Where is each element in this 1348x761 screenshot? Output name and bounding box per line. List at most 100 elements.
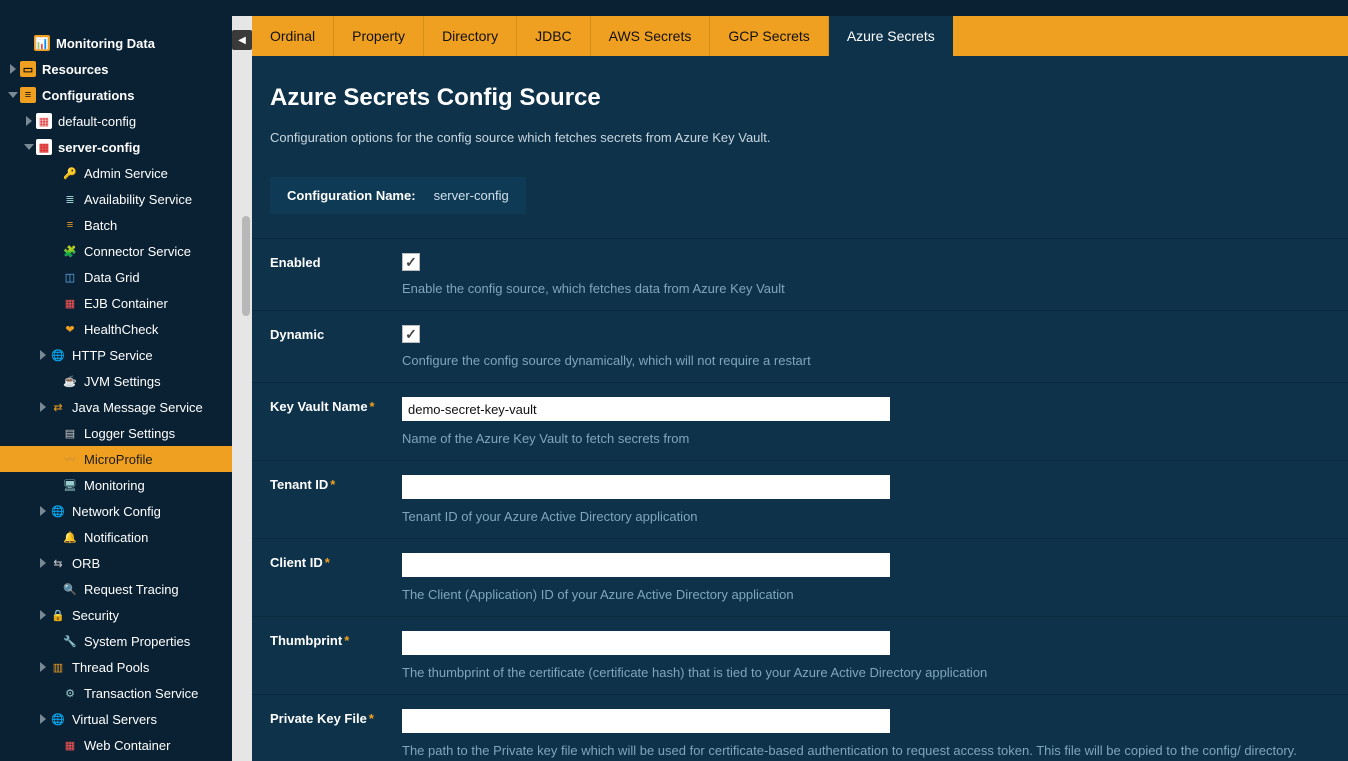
tree-item-label: default-config — [58, 114, 224, 129]
tree-item-label: MicroProfile — [84, 452, 224, 467]
chevron-down-icon[interactable] — [24, 142, 34, 152]
tree-item-label: Monitoring Data — [56, 36, 224, 51]
tree-item[interactable]: 〰 MicroProfile — [0, 446, 232, 472]
tab-bar: OrdinalPropertyDirectoryJDBCAWS SecretsG… — [252, 16, 1348, 56]
tree-item[interactable]: 🔔Notification — [0, 524, 232, 550]
tree-item-label: Virtual Servers — [72, 712, 224, 727]
configuration-name-label: Configuration Name: — [287, 188, 416, 203]
tree-item-label: Security — [72, 608, 224, 623]
page-title: Azure Secrets Config Source — [252, 78, 1348, 116]
tree-item-icon: ⚙ — [62, 685, 78, 701]
private-key-file-input[interactable] — [402, 709, 890, 733]
field-label: Private Key File* — [270, 709, 402, 758]
main-panel: OrdinalPropertyDirectoryJDBCAWS SecretsG… — [252, 16, 1348, 761]
tree-item[interactable]: 🌐Virtual Servers — [0, 706, 232, 732]
tree-item[interactable]: 🖥Monitoring — [0, 472, 232, 498]
tree-item[interactable]: ▦EJB Container — [0, 290, 232, 316]
tree-item[interactable]: ⚙Transaction Service — [0, 680, 232, 706]
tree-item[interactable]: 🔧System Properties — [0, 628, 232, 654]
tree-item-icon: 🔍 — [62, 581, 78, 597]
tree-item-icon: ⇆ — [50, 555, 66, 571]
thumbprint-input[interactable] — [402, 631, 890, 655]
chevron-right-icon[interactable] — [38, 610, 48, 620]
tree-item-label: Web Container — [84, 738, 224, 753]
tree-item-icon: ▥ — [50, 659, 66, 675]
tree-item-icon: ◫ — [62, 269, 78, 285]
tab[interactable]: Azure Secrets — [829, 16, 953, 56]
field-label: Thumbprint* — [270, 631, 402, 680]
tree-item[interactable]: ▤Logger Settings — [0, 420, 232, 446]
tenant-id-input[interactable] — [402, 475, 890, 499]
field-private-key-file: Private Key File* The path to the Privat… — [252, 694, 1348, 761]
tree-item[interactable]: ◫Data Grid — [0, 264, 232, 290]
tree-item-label: Batch — [84, 218, 224, 233]
tree-item-label: JVM Settings — [84, 374, 224, 389]
field-help: Configure the config source dynamically,… — [402, 353, 1348, 368]
tree-item[interactable]: ≡Configurations — [0, 82, 232, 108]
tree-item-icon: ▦ — [62, 737, 78, 753]
tree-item-label: server-config — [58, 140, 224, 155]
field-help: Name of the Azure Key Vault to fetch sec… — [402, 431, 1348, 446]
tree-item-label: Availability Service — [84, 192, 224, 207]
tree-item[interactable]: ⇄Java Message Service — [0, 394, 232, 420]
tree-item[interactable]: 🧩Connector Service — [0, 238, 232, 264]
key-vault-name-input[interactable] — [402, 397, 890, 421]
tab[interactable]: Directory — [424, 16, 517, 56]
tree-item[interactable]: ▦default-config — [0, 108, 232, 134]
sidebar-splitter[interactable]: ◀ — [232, 16, 252, 761]
tree-item-icon: 🔒 — [50, 607, 66, 623]
enabled-checkbox[interactable]: ✓ — [402, 253, 420, 271]
tree-item-label: HTTP Service — [72, 348, 224, 363]
chevron-right-icon[interactable] — [8, 64, 18, 74]
chevron-right-icon[interactable] — [38, 350, 48, 360]
chevron-right-icon[interactable] — [24, 116, 34, 126]
chevron-right-icon[interactable] — [38, 558, 48, 568]
tree-item-icon: 🔔 — [62, 529, 78, 545]
field-label: Key Vault Name* — [270, 397, 402, 446]
tree-item[interactable]: ▦server-config — [0, 134, 232, 160]
tree-item[interactable]: ☕ JVM Settings — [0, 368, 232, 394]
scrollbar-thumb[interactable] — [242, 216, 250, 316]
field-help: The path to the Private key file which w… — [402, 743, 1348, 758]
field-help: Tenant ID of your Azure Active Directory… — [402, 509, 1348, 524]
chevron-right-icon[interactable] — [38, 402, 48, 412]
tree-item-icon: 🌐 — [50, 503, 66, 519]
chevron-right-icon[interactable] — [38, 506, 48, 516]
tab[interactable]: GCP Secrets — [710, 16, 828, 56]
tree-item-label: System Properties — [84, 634, 224, 649]
collapse-sidebar-button[interactable]: ◀ — [232, 30, 252, 50]
tree-item-label: Thread Pools — [72, 660, 224, 675]
tree-item[interactable]: ▦ Web Container — [0, 732, 232, 758]
tree-item[interactable]: 🔒 Security — [0, 602, 232, 628]
tree-item[interactable]: 🔍Request Tracing — [0, 576, 232, 602]
tree-item-icon: 🧩 — [62, 243, 78, 259]
tree-item[interactable]: 🔑Admin Service — [0, 160, 232, 186]
tree-item-icon: 〰 — [62, 451, 78, 467]
dynamic-checkbox[interactable]: ✓ — [402, 325, 420, 343]
configuration-name-value: server-config — [434, 188, 509, 203]
tree-item-label: Admin Service — [84, 166, 224, 181]
tab[interactable]: AWS Secrets — [591, 16, 711, 56]
chevron-down-icon[interactable] — [8, 90, 18, 100]
navigation-tree: 📊Monitoring Data▭Resources≡Configuration… — [0, 16, 232, 761]
tree-item-label: EJB Container — [84, 296, 224, 311]
client-id-input[interactable] — [402, 553, 890, 577]
page-description: Configuration options for the config sou… — [252, 116, 1348, 159]
tree-item[interactable]: ≣Availability Service — [0, 186, 232, 212]
chevron-right-icon[interactable] — [38, 662, 48, 672]
tree-item[interactable]: ≡Batch — [0, 212, 232, 238]
tree-item[interactable]: ⇆ORB — [0, 550, 232, 576]
tree-item[interactable]: ▥ Thread Pools — [0, 654, 232, 680]
tree-item[interactable]: ❤HealthCheck — [0, 316, 232, 342]
tree-item-label: Logger Settings — [84, 426, 224, 441]
tree-item-icon: ☕ — [62, 373, 78, 389]
chevron-right-icon[interactable] — [38, 714, 48, 724]
tree-item[interactable]: 📊Monitoring Data — [0, 30, 232, 56]
field-label: Enabled — [270, 253, 402, 296]
tree-item[interactable]: 🌐Network Config — [0, 498, 232, 524]
tab[interactable]: Ordinal — [252, 16, 334, 56]
tab[interactable]: JDBC — [517, 16, 591, 56]
tree-item[interactable]: 🌐HTTP Service — [0, 342, 232, 368]
tree-item[interactable]: ▭Resources — [0, 56, 232, 82]
tab[interactable]: Property — [334, 16, 424, 56]
